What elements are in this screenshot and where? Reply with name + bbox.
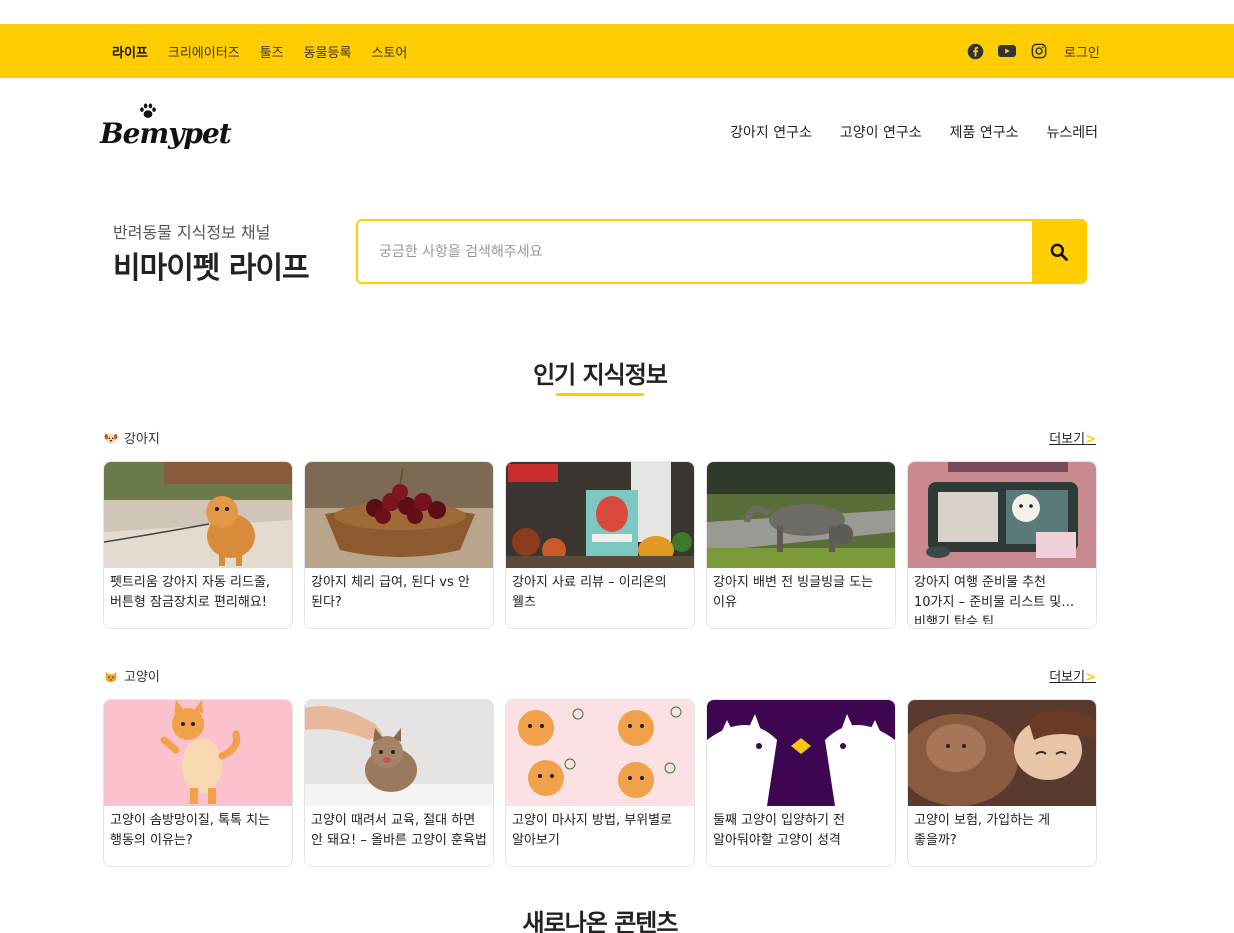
article-card[interactable]: 고양이 때려서 교육, 절대 하면 안 돼요! – 올바른 고양이 훈육법 xyxy=(304,699,494,867)
top-nav-creators[interactable]: 크리에이터즈 xyxy=(168,42,240,61)
more-link-label: 더보기 xyxy=(1049,432,1086,447)
article-card[interactable]: 강아지 체리 급여, 된다 vs 안 된다? xyxy=(304,461,494,629)
search-box xyxy=(356,219,1087,284)
chevron-right-icon: > xyxy=(1085,670,1096,685)
top-nav-life[interactable]: 라이프 xyxy=(112,42,148,61)
top-bar: 라이프 크리에이터즈 툴즈 동물등록 스토어 로그인 xyxy=(0,24,1234,78)
new-contents-section-title: 새로나온 콘텐츠 xyxy=(522,909,679,933)
facebook-icon[interactable] xyxy=(966,42,984,60)
dog-article-list: 펫트리움 강아지 자동 리드줄, 버튼형 잠금장치로 편리해요! 강아지 체리 … xyxy=(103,461,1097,629)
dog-face-icon xyxy=(104,433,118,444)
article-title: 고양이 솜방망이질, 톡톡 치는 행동의 이유는? xyxy=(110,813,271,848)
category-label-text: 강아지 xyxy=(124,432,160,447)
article-title: 고양이 때려서 교육, 절대 하면 안 돼요! – 올바른 고양이 훈육법 xyxy=(311,813,487,848)
cat-article-list: 고양이 솜방망이질, 톡톡 치는 행동의 이유는? 고양이 때려서 교육, 절대… xyxy=(103,699,1097,867)
search-input[interactable] xyxy=(358,221,1035,282)
category-label-cat: 고양이 xyxy=(104,666,160,685)
more-link-label: 더보기 xyxy=(1049,670,1086,685)
article-title: 강아지 배변 전 빙글빙글 도는 이유 xyxy=(713,575,874,610)
top-nav-store[interactable]: 스토어 xyxy=(371,42,407,61)
more-link-cat[interactable]: 더보기> xyxy=(1049,666,1096,685)
top-nav: 라이프 크리에이터즈 툴즈 동물등록 스토어 xyxy=(112,24,407,78)
main-nav-cat-lab[interactable]: 고양이 연구소 xyxy=(840,122,922,142)
woman-with-cat-image xyxy=(908,700,1096,806)
top-right-links: 로그인 xyxy=(966,24,1100,78)
login-link[interactable]: 로그인 xyxy=(1064,42,1100,61)
main-nav: 강아지 연구소 고양이 연구소 제품 연구소 뉴스레터 xyxy=(730,122,1098,142)
dog-sniffing-grass-image xyxy=(707,462,895,568)
search-icon xyxy=(1050,243,1068,261)
cherries-bowl-image xyxy=(305,462,493,568)
article-title: 강아지 사료 리뷰 – 이리온의 웰츠 xyxy=(512,575,667,610)
logo-text: Bemypet xyxy=(100,117,232,150)
article-card[interactable]: 고양이 마사지 방법, 부위별로 알아보기 xyxy=(505,699,695,867)
cat-massage-illustration-image xyxy=(506,700,694,806)
top-nav-animal-registration[interactable]: 동물등록 xyxy=(304,42,352,61)
main-nav-product-lab[interactable]: 제품 연구소 xyxy=(950,122,1019,142)
article-card[interactable]: 강아지 사료 리뷰 – 이리온의 웰츠 xyxy=(505,461,695,629)
section-title-underline xyxy=(556,393,644,396)
cat-face-icon xyxy=(105,671,117,682)
hero-title: 비마이펫 라이프 xyxy=(113,251,310,286)
hero-subtitle: 반려동물 지식정보 채널 xyxy=(113,223,271,242)
article-card[interactable]: 강아지 배변 전 빙글빙글 도는 이유 xyxy=(706,461,896,629)
instagram-icon[interactable] xyxy=(1030,42,1048,60)
article-title: 고양이 마사지 방법, 부위별로 알아보기 xyxy=(512,813,673,848)
pomeranian-walking-image xyxy=(104,462,292,568)
article-title: 고양이 보험, 가입하는 게 좋을까? xyxy=(914,813,1051,848)
article-title: 펫트리움 강아지 자동 리드줄, 버튼형 잠금장치로 편리해요! xyxy=(110,575,271,610)
more-link-dog[interactable]: 더보기> xyxy=(1049,428,1096,447)
article-card[interactable]: 펫트리움 강아지 자동 리드줄, 버튼형 잠금장치로 편리해요! xyxy=(103,461,293,629)
chevron-right-icon: > xyxy=(1085,432,1096,447)
article-title: 강아지 여행 준비물 추천 10가지 – 준비물 리스트 및 비행기 탑승 팁 xyxy=(914,575,1062,624)
kitten-hand-image xyxy=(305,700,493,806)
category-label-dog: 강아지 xyxy=(104,428,160,447)
article-card[interactable]: 둘째 고양이 입양하기 전 알아둬야할 고양이 성격 xyxy=(706,699,896,867)
youtube-icon[interactable] xyxy=(998,42,1016,60)
cats-fighting-illustration-image xyxy=(707,700,895,806)
cartoon-orange-cat-image xyxy=(104,700,292,806)
wealtz-dog-food-image xyxy=(506,462,694,568)
article-card[interactable]: 고양이 보험, 가입하는 게 좋을까? xyxy=(907,699,1097,867)
article-title: 강아지 체리 급여, 된다 vs 안 된다? xyxy=(311,575,470,610)
dog-in-suitcase-image xyxy=(908,462,1096,568)
popular-section-title: 인기 지식정보 xyxy=(533,361,668,389)
article-card[interactable]: 강아지 여행 준비물 추천 10가지 – 준비물 리스트 및 비행기 탑승 팁 xyxy=(907,461,1097,629)
top-nav-tools[interactable]: 툴즈 xyxy=(260,42,284,61)
main-nav-dog-lab[interactable]: 강아지 연구소 xyxy=(730,122,812,142)
bemypet-logo[interactable]: Bemypet xyxy=(100,103,232,161)
article-title: 둘째 고양이 입양하기 전 알아둬야할 고양이 성격 xyxy=(713,813,845,848)
search-button[interactable] xyxy=(1032,221,1085,282)
main-nav-newsletter[interactable]: 뉴스레터 xyxy=(1046,122,1098,142)
category-label-text: 고양이 xyxy=(124,670,160,685)
article-card[interactable]: 고양이 솜방망이질, 톡톡 치는 행동의 이유는? xyxy=(103,699,293,867)
